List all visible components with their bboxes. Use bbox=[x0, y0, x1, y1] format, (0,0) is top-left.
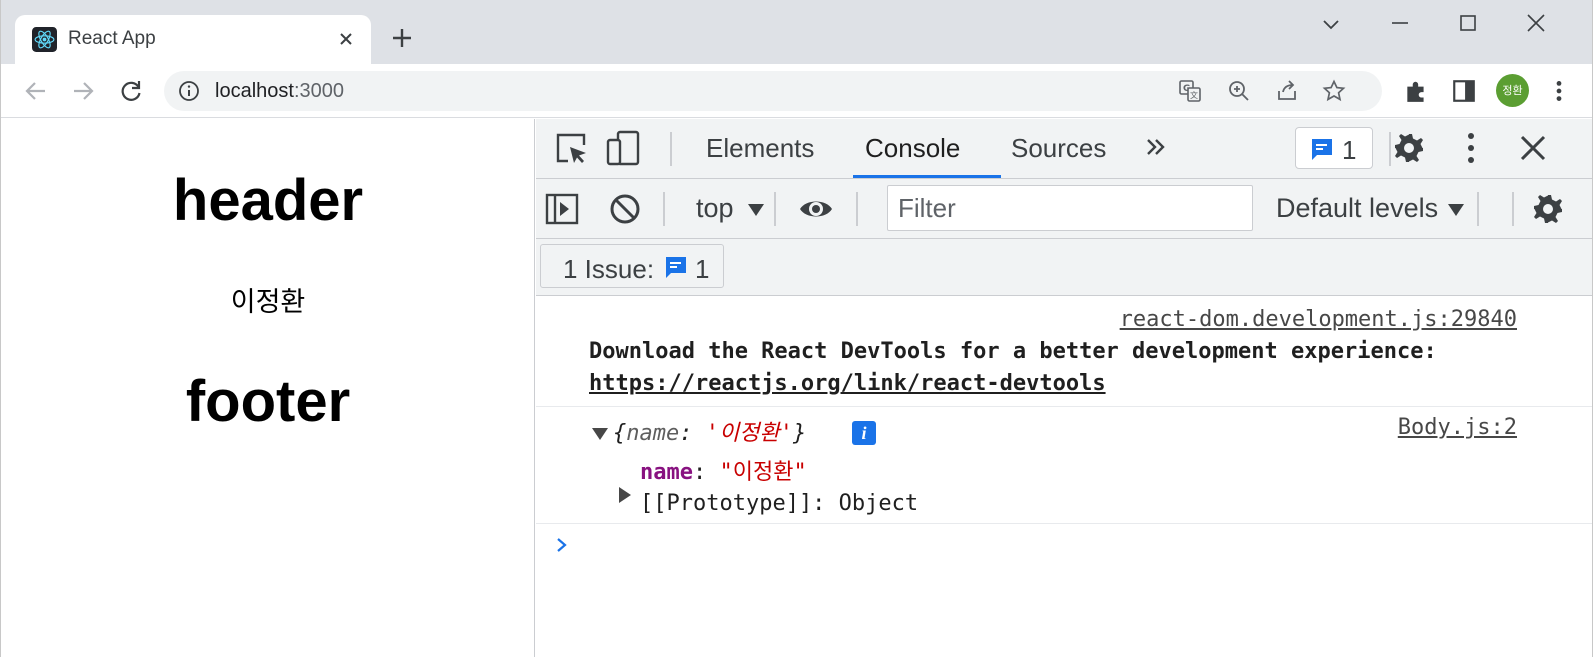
message-text: Download the React DevTools for a better… bbox=[589, 339, 1437, 364]
info-icon[interactable]: i bbox=[852, 421, 876, 445]
bookmark-star-icon[interactable] bbox=[1322, 79, 1346, 103]
close-devtools-icon[interactable] bbox=[1515, 130, 1551, 166]
issues-bar: 1 Issue: 1 bbox=[536, 239, 1592, 296]
property-value: "이정환" bbox=[719, 460, 807, 485]
context-selector[interactable]: top bbox=[696, 193, 734, 224]
preview-value: '이정환' bbox=[705, 421, 793, 446]
more-options-icon[interactable] bbox=[1453, 130, 1489, 166]
reload-icon[interactable] bbox=[117, 77, 145, 105]
eye-icon[interactable] bbox=[798, 191, 834, 227]
zoom-icon[interactable] bbox=[1227, 79, 1251, 103]
browser-window: React App localhost:3000 G 文 정환 header 이… bbox=[0, 0, 1593, 657]
profile-avatar[interactable]: 정환 bbox=[1496, 74, 1529, 107]
clear-console-icon[interactable] bbox=[607, 191, 643, 227]
page-viewport: header 이정환 footer bbox=[1, 119, 535, 657]
tab-title: React App bbox=[68, 28, 156, 49]
back-arrow-icon[interactable] bbox=[22, 77, 50, 105]
page-header: header bbox=[172, 168, 364, 233]
browser-tab[interactable]: React App bbox=[15, 15, 371, 64]
issues-link-button[interactable]: 1 Issue: 1 bbox=[540, 244, 724, 288]
minimize-icon[interactable] bbox=[1388, 12, 1412, 36]
object-preview[interactable]: {name: '이정환'} bbox=[613, 415, 806, 447]
context-dropdown-caret[interactable] bbox=[748, 204, 764, 216]
issues-count: 1 bbox=[1342, 135, 1357, 165]
toolbar-divider bbox=[1512, 192, 1514, 226]
preview-open-brace: { bbox=[613, 421, 627, 446]
forward-arrow-icon[interactable] bbox=[69, 77, 97, 105]
url-text[interactable]: localhost:3000 bbox=[215, 80, 344, 103]
toolbar-divider bbox=[663, 192, 665, 226]
console-toolbar: top Default levels bbox=[536, 179, 1592, 239]
url-port: :3000 bbox=[293, 80, 344, 102]
preview-separator: : bbox=[679, 421, 706, 446]
source-link[interactable]: Body.js:2 bbox=[1398, 415, 1517, 440]
svg-text:文: 文 bbox=[1190, 90, 1198, 100]
settings-gear-icon[interactable] bbox=[1391, 130, 1427, 166]
devtools-tabbar: Elements Console Sources 1 bbox=[536, 119, 1592, 179]
console-message: react-dom.development.js:29840 Download … bbox=[536, 297, 1592, 407]
prototype-row[interactable]: [[Prototype]]: Object bbox=[640, 491, 918, 516]
console-prompt-chevron-icon[interactable] bbox=[554, 535, 570, 555]
console-settings-gear-icon[interactable] bbox=[1530, 191, 1566, 227]
log-levels-dropdown[interactable]: Default levels bbox=[1276, 193, 1438, 224]
issues-counter-button[interactable]: 1 bbox=[1295, 127, 1373, 169]
devtools-url-link[interactable]: https://reactjs.org/link/react-devtools bbox=[589, 371, 1106, 396]
inspect-element-icon[interactable] bbox=[554, 131, 590, 167]
issues-label: 1 Issue: bbox=[563, 254, 655, 284]
tab-strip: React App bbox=[1, 0, 1592, 64]
tab-sources[interactable]: Sources bbox=[1011, 133, 1106, 164]
toolbar-divider bbox=[1477, 192, 1479, 226]
close-icon[interactable] bbox=[336, 29, 356, 49]
more-tabs-chevron-icon[interactable] bbox=[1141, 131, 1175, 165]
message-icon bbox=[1312, 139, 1332, 160]
sidebar-toggle-icon[interactable] bbox=[544, 191, 580, 227]
browser-toolbar: localhost:3000 G 文 정환 bbox=[1, 64, 1592, 118]
devtools-panel: Elements Console Sources 1 top Filter De… bbox=[536, 119, 1592, 657]
page-footer: footer bbox=[185, 369, 351, 434]
toolbar-divider bbox=[670, 132, 672, 166]
issues-bar-count: 1 bbox=[695, 254, 710, 284]
chevron-down-icon[interactable] bbox=[1319, 12, 1343, 36]
tab-elements[interactable]: Elements bbox=[706, 133, 814, 164]
collapse-triangle-icon[interactable] bbox=[619, 487, 631, 503]
toolbar-divider bbox=[774, 192, 776, 226]
message-icon bbox=[666, 257, 686, 278]
more-vertical-icon[interactable] bbox=[1546, 78, 1572, 104]
translate-icon[interactable]: G 文 bbox=[1178, 79, 1202, 103]
react-logo-icon bbox=[32, 27, 57, 52]
property-separator: : bbox=[692, 460, 720, 485]
source-link[interactable]: react-dom.development.js:29840 bbox=[1120, 307, 1517, 332]
property-key: name bbox=[640, 460, 693, 485]
log-levels-caret[interactable] bbox=[1448, 204, 1464, 216]
extensions-puzzle-icon[interactable] bbox=[1403, 78, 1429, 104]
window-close-icon[interactable] bbox=[1524, 12, 1548, 36]
expand-triangle-icon[interactable] bbox=[592, 428, 608, 440]
share-icon[interactable] bbox=[1275, 79, 1299, 103]
url-host: localhost bbox=[215, 80, 294, 102]
site-info-icon[interactable] bbox=[178, 80, 200, 102]
console-output: react-dom.development.js:29840 Download … bbox=[536, 297, 1592, 657]
console-message: Body.js:2 {name: '이정환'} i name: "이정환" [[… bbox=[536, 408, 1592, 524]
toolbar-divider bbox=[856, 192, 858, 226]
preview-key: name bbox=[626, 421, 680, 446]
device-toolbar-icon[interactable] bbox=[606, 130, 642, 166]
side-panel-icon[interactable] bbox=[1451, 78, 1477, 104]
maximize-icon[interactable] bbox=[1456, 12, 1480, 36]
preview-close-brace: } bbox=[792, 421, 807, 446]
page-body-name: 이정환 bbox=[230, 287, 306, 318]
plus-icon[interactable] bbox=[390, 26, 414, 50]
tab-console[interactable]: Console bbox=[865, 133, 960, 164]
address-bar[interactable]: localhost:3000 G 文 bbox=[164, 71, 1382, 111]
object-property: name: "이정환" bbox=[640, 454, 807, 486]
console-filter-input[interactable] bbox=[887, 185, 1253, 231]
active-tab-indicator bbox=[853, 175, 1001, 178]
